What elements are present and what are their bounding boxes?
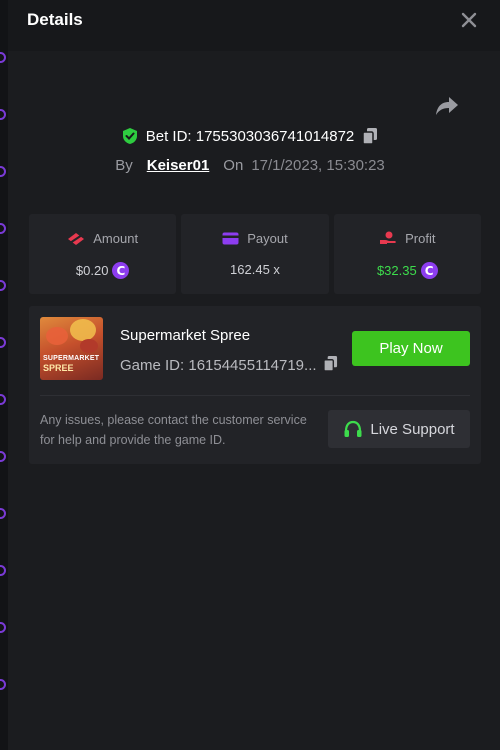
edge-coin-mark: [0, 337, 6, 348]
thumbnail-decoration: [70, 319, 96, 341]
bet-id-text: Bet ID: 1755303036741014872: [145, 127, 355, 145]
support-message: Any issues, please contact the customer …: [40, 413, 307, 447]
profit-card: Profit $32.35 C: [333, 214, 481, 294]
live-support-button[interactable]: Live Support: [328, 410, 470, 448]
shield-check-icon: [122, 128, 137, 144]
copy-game-id-button[interactable]: [322, 355, 338, 376]
amount-label: Amount: [93, 231, 139, 246]
coin-icon: C: [420, 262, 438, 279]
profit-hand-icon: [380, 231, 396, 244]
amount-icon: [68, 232, 85, 245]
payout-card-icon: [222, 232, 239, 245]
profit-label: Profit: [405, 231, 436, 246]
page-title: Details: [27, 10, 83, 29]
payout-value: 162.45 x: [230, 262, 280, 277]
copy-bet-id-button[interactable]: [362, 127, 378, 145]
close-icon: [461, 12, 477, 28]
headset-icon: [344, 420, 362, 437]
details-header: Details: [8, 0, 500, 51]
amount-value: $0.20: [75, 263, 109, 278]
bet-datetime: 17/1/2023, 15:30:23: [251, 157, 385, 174]
bet-id-row: Bet ID: 1755303036741014872: [0, 127, 500, 145]
copy-icon: [362, 128, 378, 145]
bet-stats: Amount $0.20 C Payout 162.45 x Profit $3…: [29, 214, 481, 294]
details-page: Details Bet ID: 1755303036741014872 By K…: [0, 0, 500, 750]
edge-coin-mark: [0, 394, 6, 405]
coin-icon: C: [112, 262, 130, 279]
live-support-label: Live Support: [370, 420, 455, 438]
edge-coin-mark: [0, 679, 6, 690]
edge-coin-mark: [0, 280, 6, 291]
game-id-text: Game ID: 16154455114719...: [120, 357, 317, 374]
game-thumbnail[interactable]: SUPERMARKET SPREE: [40, 317, 103, 380]
share-arrow-icon: [436, 97, 458, 115]
copy-icon: [322, 356, 337, 372]
game-title: Supermarket Spree: [120, 327, 251, 344]
edge-coin-mark: [0, 508, 6, 519]
edge-coin-mark: [0, 451, 6, 462]
payout-card: Payout 162.45 x: [181, 214, 329, 294]
share-button[interactable]: [434, 94, 460, 118]
edge-coin-mark: [0, 622, 6, 633]
background-edge-strip: [0, 0, 8, 750]
game-id-row: Game ID: 16154455114719...: [120, 355, 338, 376]
thumbnail-decoration: [80, 339, 98, 353]
edge-coin-mark: [0, 52, 6, 63]
game-card: SUPERMARKET SPREE Supermarket Spree Game…: [29, 306, 481, 464]
bet-meta-row: By Keiser01 On 17/1/2023, 15:30:23: [0, 157, 500, 174]
by-label: By: [115, 157, 133, 174]
thumbnail-decoration: [46, 327, 68, 345]
edge-coin-mark: [0, 109, 6, 120]
on-label: On: [223, 157, 244, 174]
payout-label: Payout: [247, 231, 288, 246]
play-now-button[interactable]: Play Now: [352, 331, 470, 366]
edge-coin-mark: [0, 223, 6, 234]
username-link[interactable]: Keiser01: [147, 157, 210, 174]
profit-value: $32.35: [376, 263, 417, 278]
amount-card: Amount $0.20 C: [29, 214, 177, 294]
edge-coin-mark: [0, 565, 6, 576]
thumbnail-logo-text: SPREE: [43, 363, 74, 373]
divider: [40, 395, 470, 396]
thumbnail-logo-text: SUPERMARKET: [43, 355, 100, 362]
close-button[interactable]: [458, 9, 480, 31]
